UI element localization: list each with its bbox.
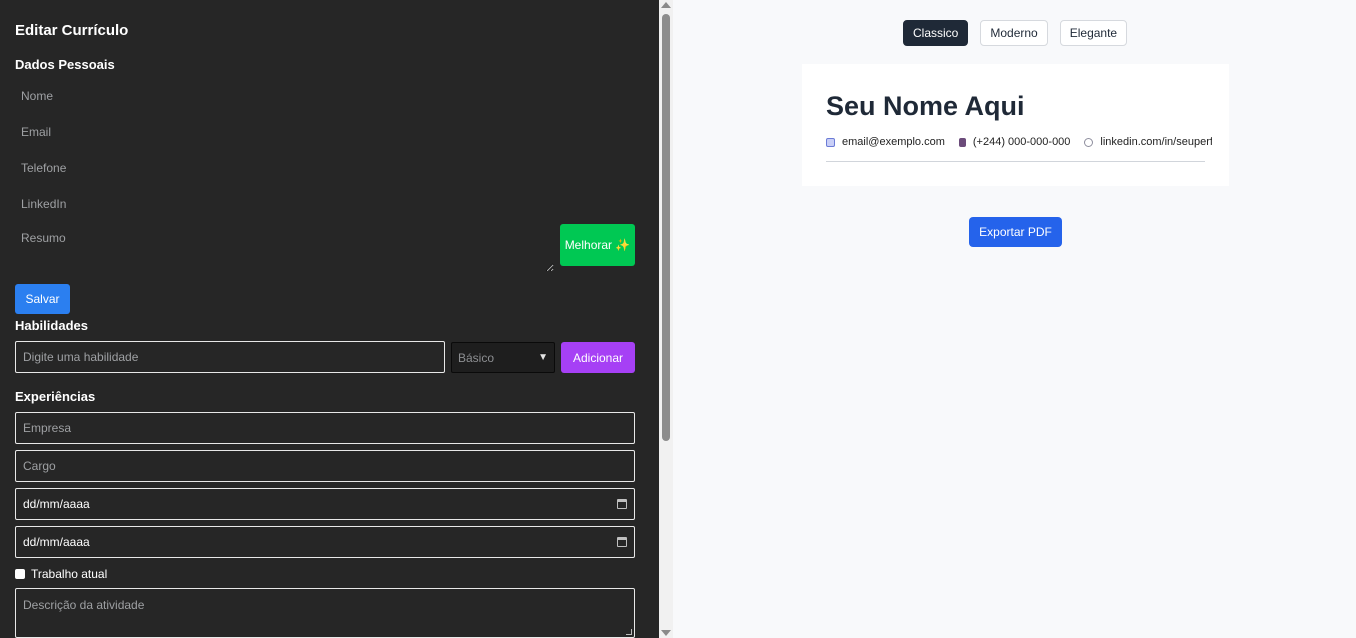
- cv-contact-row: email@exemplo.com (+244) 000-000-000 lin…: [826, 136, 1212, 148]
- end-date-input[interactable]: dd/mm/aaaa: [15, 526, 635, 558]
- calendar-icon[interactable]: [617, 499, 627, 509]
- current-job-row: Trabalho atual: [15, 567, 107, 581]
- current-job-label: Trabalho atual: [31, 567, 108, 581]
- phone-icon: [958, 137, 966, 147]
- skill-level-value: Básico: [458, 350, 495, 365]
- role-input[interactable]: [15, 450, 635, 482]
- skill-input[interactable]: [15, 341, 445, 373]
- cv-divider: [826, 161, 1205, 162]
- scroll-up-icon[interactable]: [661, 2, 671, 8]
- email-input[interactable]: [15, 118, 315, 146]
- add-skill-button[interactable]: Adicionar: [561, 342, 635, 373]
- editor-panel: Editar Currículo Dados Pessoais Melhorar…: [0, 0, 659, 638]
- link-icon: [1084, 137, 1094, 147]
- cv-phone: (+244) 000-000-000: [958, 136, 1071, 148]
- theme-elegante-button[interactable]: Elegante: [1059, 20, 1128, 46]
- editor-scrollbar[interactable]: [659, 0, 673, 638]
- activity-description-placeholder: Descrição da atividade: [23, 598, 145, 612]
- cv-email: email@exemplo.com: [826, 136, 945, 148]
- linkedin-input[interactable]: [15, 190, 315, 218]
- personal-data-heading: Dados Pessoais: [15, 57, 115, 72]
- phone-input[interactable]: [15, 154, 315, 182]
- scroll-down-icon[interactable]: [661, 630, 671, 636]
- cv-preview: Seu Nome Aqui email@exemplo.com (+244) 0…: [802, 64, 1229, 186]
- experience-heading: Experiências: [15, 389, 96, 404]
- scroll-thumb[interactable]: [662, 14, 670, 441]
- skill-level-select[interactable]: Básico ▼: [451, 342, 555, 373]
- skills-heading: Habilidades: [15, 318, 88, 333]
- cv-name: Seu Nome Aqui: [826, 91, 1025, 121]
- cv-email-text: email@exemplo.com: [842, 136, 945, 148]
- email-icon: [826, 137, 835, 147]
- company-input[interactable]: [15, 412, 635, 444]
- editor-title: Editar Currículo: [15, 22, 129, 39]
- theme-classico-button[interactable]: Classico: [903, 20, 969, 46]
- summary-textarea[interactable]: [15, 226, 554, 272]
- cv-linkedin: linkedin.com/in/seuperfil: [1084, 136, 1212, 148]
- chevron-down-icon: ▼: [538, 352, 548, 363]
- export-pdf-button[interactable]: Exportar PDF: [969, 217, 1062, 247]
- resize-handle-icon[interactable]: [626, 629, 632, 635]
- start-date-input[interactable]: dd/mm/aaaa: [15, 488, 635, 520]
- save-button[interactable]: Salvar: [15, 284, 70, 314]
- cv-phone-text: (+244) 000-000-000: [972, 136, 1071, 148]
- activity-description-textarea[interactable]: Descrição da atividade: [15, 588, 635, 638]
- end-date-value: dd/mm/aaaa: [23, 535, 90, 549]
- start-date-value: dd/mm/aaaa: [23, 497, 90, 511]
- name-input[interactable]: [15, 82, 315, 110]
- current-job-checkbox[interactable]: [15, 569, 25, 579]
- cv-linkedin-text: linkedin.com/in/seuperfil: [1100, 136, 1213, 148]
- calendar-icon[interactable]: [617, 537, 627, 547]
- theme-selector: Classico Moderno Elegante: [903, 20, 1128, 46]
- improve-summary-button[interactable]: Melhorar ✨: [560, 224, 635, 266]
- theme-moderno-button[interactable]: Moderno: [980, 20, 1048, 46]
